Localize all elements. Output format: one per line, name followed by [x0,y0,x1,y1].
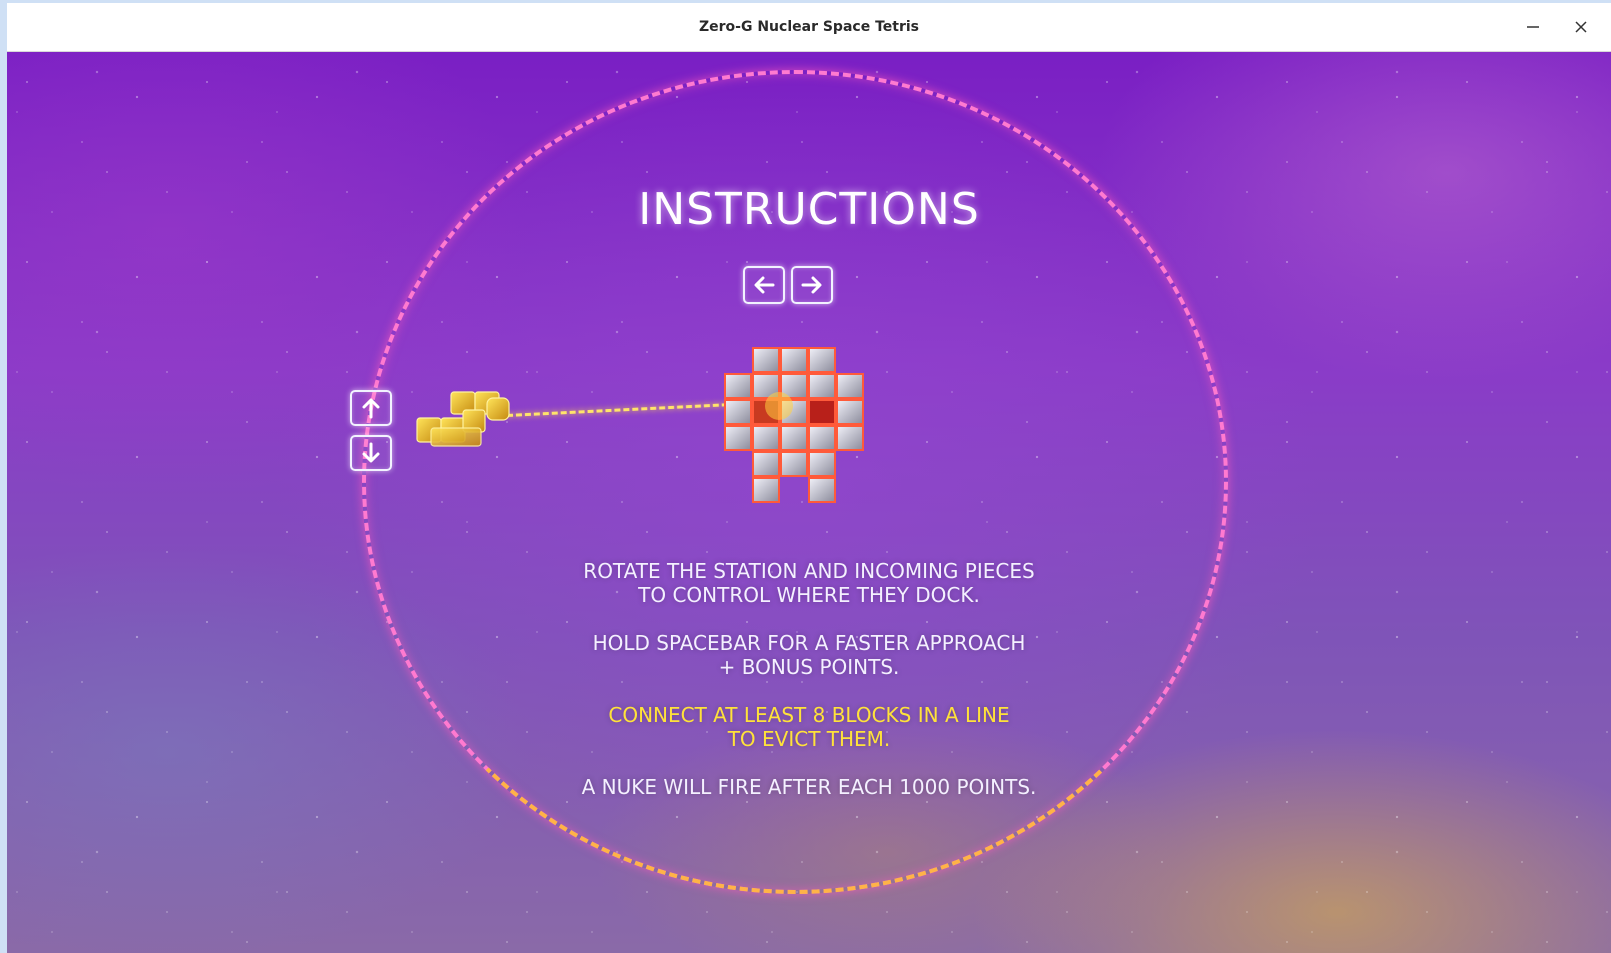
instruction-line: CONNECT AT LEAST 8 BLOCKS IN A LINE [608,703,1010,727]
arrow-up-key-icon [350,390,392,426]
close-icon [1575,21,1587,33]
incoming-piece [416,391,510,447]
minimize-button[interactable] [1517,11,1549,43]
instruction-connect: CONNECT AT LEAST 8 BLOCKS IN A LINE TO E… [7,703,1611,751]
instruction-line: TO CONTROL WHERE THEY DOCK. [638,583,980,607]
instruction-line: TO EVICT THEM. [727,727,891,751]
screen-heading: INSTRUCTIONS [638,184,980,235]
arrow-right-key-icon [791,266,833,304]
instruction-nuke: A NUKE WILL FIRE AFTER EACH 1000 POINTS. [7,775,1611,799]
instruction-spacebar: HOLD SPACEBAR FOR A FASTER APPROACH + BO… [7,631,1611,679]
instruction-rotate: ROTATE THE STATION AND INCOMING PIECES T… [7,559,1611,607]
arrow-left-key-icon [743,266,785,304]
title-bar[interactable]: Zero-G Nuclear Space Tetris [7,3,1611,52]
game-viewport[interactable]: INSTRUCTIONS ROTATE THE STATION AND INCO… [7,52,1611,953]
instruction-line: + BONUS POINTS. [718,655,900,679]
instruction-line: HOLD SPACEBAR FOR A FASTER APPROACH [592,631,1026,655]
instruction-line: ROTATE THE STATION AND INCOMING PIECES [583,559,1035,583]
instruction-line: A NUKE WILL FIRE AFTER EACH 1000 POINTS. [581,775,1037,799]
arrow-down-key-icon [350,435,392,471]
app-window: Zero-G Nuclear Space Tetris INSTRUCTIONS [7,3,1611,953]
space-station [724,347,864,503]
minimize-icon [1527,26,1539,28]
window-title: Zero-G Nuclear Space Tetris [699,19,919,35]
close-button[interactable] [1565,11,1597,43]
